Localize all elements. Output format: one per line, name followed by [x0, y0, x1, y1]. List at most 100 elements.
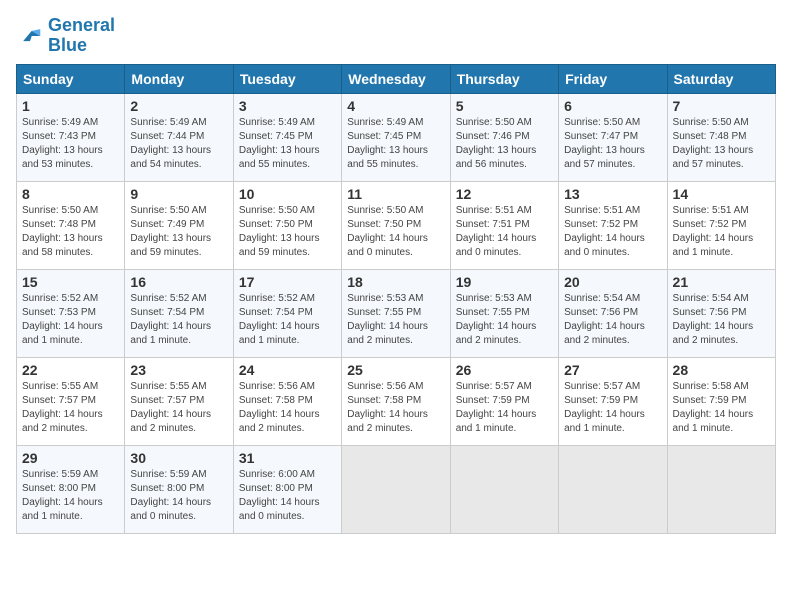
page-header: General Blue	[16, 16, 776, 56]
day-number: 7	[673, 98, 770, 114]
day-number: 5	[456, 98, 553, 114]
day-number: 24	[239, 362, 336, 378]
day-number: 18	[347, 274, 444, 290]
day-number: 6	[564, 98, 661, 114]
weekday-header: Friday	[559, 64, 667, 93]
day-info: Sunrise: 5:55 AMSunset: 7:57 PMDaylight:…	[130, 380, 227, 436]
calendar-week-row: 29 Sunrise: 5:59 AMSunset: 8:00 PMDayligh…	[17, 445, 776, 533]
weekday-header: Saturday	[667, 64, 775, 93]
day-number: 29	[22, 450, 119, 466]
day-number: 1	[22, 98, 119, 114]
calendar-day-cell	[667, 445, 775, 533]
day-info: Sunrise: 5:50 AMSunset: 7:49 PMDaylight:…	[130, 204, 227, 260]
day-info: Sunrise: 5:58 AMSunset: 7:59 PMDaylight:…	[673, 380, 770, 436]
day-info: Sunrise: 5:59 AMSunset: 8:00 PMDaylight:…	[22, 468, 119, 524]
day-number: 2	[130, 98, 227, 114]
day-number: 11	[347, 186, 444, 202]
day-info: Sunrise: 5:52 AMSunset: 7:54 PMDaylight:…	[130, 292, 227, 348]
day-info: Sunrise: 5:49 AMSunset: 7:43 PMDaylight:…	[22, 116, 119, 172]
day-number: 16	[130, 274, 227, 290]
calendar-day-cell: 6 Sunrise: 5:50 AMSunset: 7:47 PMDaylight…	[559, 93, 667, 181]
calendar-day-cell: 29 Sunrise: 5:59 AMSunset: 8:00 PMDayligh…	[17, 445, 125, 533]
day-number: 28	[673, 362, 770, 378]
calendar-week-row: 22 Sunrise: 5:55 AMSunset: 7:57 PMDayligh…	[17, 357, 776, 445]
logo: General Blue	[16, 16, 115, 56]
day-number: 22	[22, 362, 119, 378]
day-info: Sunrise: 5:51 AMSunset: 7:52 PMDaylight:…	[564, 204, 661, 260]
day-info: Sunrise: 5:56 AMSunset: 7:58 PMDaylight:…	[239, 380, 336, 436]
weekday-header-row: SundayMondayTuesdayWednesdayThursdayFrid…	[17, 64, 776, 93]
calendar-day-cell: 8 Sunrise: 5:50 AMSunset: 7:48 PMDaylight…	[17, 181, 125, 269]
day-info: Sunrise: 5:51 AMSunset: 7:51 PMDaylight:…	[456, 204, 553, 260]
logo-text: General Blue	[48, 16, 115, 56]
calendar-day-cell: 4 Sunrise: 5:49 AMSunset: 7:45 PMDaylight…	[342, 93, 450, 181]
day-number: 9	[130, 186, 227, 202]
calendar-day-cell: 24 Sunrise: 5:56 AMSunset: 7:58 PMDayligh…	[233, 357, 341, 445]
day-number: 14	[673, 186, 770, 202]
day-info: Sunrise: 5:57 AMSunset: 7:59 PMDaylight:…	[456, 380, 553, 436]
day-info: Sunrise: 5:59 AMSunset: 8:00 PMDaylight:…	[130, 468, 227, 524]
calendar-day-cell: 1 Sunrise: 5:49 AMSunset: 7:43 PMDaylight…	[17, 93, 125, 181]
calendar-day-cell: 10 Sunrise: 5:50 AMSunset: 7:50 PMDayligh…	[233, 181, 341, 269]
day-info: Sunrise: 5:50 AMSunset: 7:46 PMDaylight:…	[456, 116, 553, 172]
calendar-day-cell: 19 Sunrise: 5:53 AMSunset: 7:55 PMDayligh…	[450, 269, 558, 357]
calendar-day-cell: 31Sunrise: 6:00 AMSunset: 8:00 PMDayligh…	[233, 445, 341, 533]
day-number: 25	[347, 362, 444, 378]
day-number: 15	[22, 274, 119, 290]
weekday-header: Thursday	[450, 64, 558, 93]
day-info: Sunrise: 5:54 AMSunset: 7:56 PMDaylight:…	[673, 292, 770, 348]
calendar-day-cell: 27 Sunrise: 5:57 AMSunset: 7:59 PMDayligh…	[559, 357, 667, 445]
day-info: Sunrise: 5:53 AMSunset: 7:55 PMDaylight:…	[456, 292, 553, 348]
calendar-day-cell: 7 Sunrise: 5:50 AMSunset: 7:48 PMDaylight…	[667, 93, 775, 181]
calendar-week-row: 1 Sunrise: 5:49 AMSunset: 7:43 PMDaylight…	[17, 93, 776, 181]
day-number: 12	[456, 186, 553, 202]
calendar-day-cell: 20 Sunrise: 5:54 AMSunset: 7:56 PMDayligh…	[559, 269, 667, 357]
calendar-day-cell: 23 Sunrise: 5:55 AMSunset: 7:57 PMDayligh…	[125, 357, 233, 445]
day-info: Sunrise: 5:52 AMSunset: 7:53 PMDaylight:…	[22, 292, 119, 348]
day-info: Sunrise: 5:49 AMSunset: 7:45 PMDaylight:…	[239, 116, 336, 172]
calendar-day-cell: 13 Sunrise: 5:51 AMSunset: 7:52 PMDayligh…	[559, 181, 667, 269]
calendar-day-cell: 30 Sunrise: 5:59 AMSunset: 8:00 PMDayligh…	[125, 445, 233, 533]
day-info: Sunrise: 5:50 AMSunset: 7:48 PMDaylight:…	[22, 204, 119, 260]
calendar-day-cell: 15 Sunrise: 5:52 AMSunset: 7:53 PMDayligh…	[17, 269, 125, 357]
weekday-header: Sunday	[17, 64, 125, 93]
weekday-header: Wednesday	[342, 64, 450, 93]
day-number: 20	[564, 274, 661, 290]
calendar-day-cell: 18 Sunrise: 5:53 AMSunset: 7:55 PMDayligh…	[342, 269, 450, 357]
day-number: 8	[22, 186, 119, 202]
weekday-header: Tuesday	[233, 64, 341, 93]
calendar-table: SundayMondayTuesdayWednesdayThursdayFrid…	[16, 64, 776, 534]
day-number: 10	[239, 186, 336, 202]
calendar-day-cell: 16 Sunrise: 5:52 AMSunset: 7:54 PMDayligh…	[125, 269, 233, 357]
calendar-day-cell: 3Sunrise: 5:49 AMSunset: 7:45 PMDaylight…	[233, 93, 341, 181]
calendar-day-cell: 14Sunrise: 5:51 AMSunset: 7:52 PMDayligh…	[667, 181, 775, 269]
day-number: 4	[347, 98, 444, 114]
day-number: 19	[456, 274, 553, 290]
day-number: 27	[564, 362, 661, 378]
day-info: Sunrise: 5:53 AMSunset: 7:55 PMDaylight:…	[347, 292, 444, 348]
calendar-day-cell	[450, 445, 558, 533]
day-info: Sunrise: 5:49 AMSunset: 7:44 PMDaylight:…	[130, 116, 227, 172]
day-number: 23	[130, 362, 227, 378]
day-number: 30	[130, 450, 227, 466]
weekday-header: Monday	[125, 64, 233, 93]
day-info: Sunrise: 5:55 AMSunset: 7:57 PMDaylight:…	[22, 380, 119, 436]
day-number: 13	[564, 186, 661, 202]
day-info: Sunrise: 5:52 AMSunset: 7:54 PMDaylight:…	[239, 292, 336, 348]
day-info: Sunrise: 5:57 AMSunset: 7:59 PMDaylight:…	[564, 380, 661, 436]
day-number: 21	[673, 274, 770, 290]
calendar-day-cell	[559, 445, 667, 533]
calendar-day-cell: 28 Sunrise: 5:58 AMSunset: 7:59 PMDayligh…	[667, 357, 775, 445]
calendar-day-cell: 5 Sunrise: 5:50 AMSunset: 7:46 PMDaylight…	[450, 93, 558, 181]
day-info: Sunrise: 5:50 AMSunset: 7:48 PMDaylight:…	[673, 116, 770, 172]
day-info: Sunrise: 5:50 AMSunset: 7:47 PMDaylight:…	[564, 116, 661, 172]
day-info: Sunrise: 5:56 AMSunset: 7:58 PMDaylight:…	[347, 380, 444, 436]
day-info: Sunrise: 5:54 AMSunset: 7:56 PMDaylight:…	[564, 292, 661, 348]
calendar-day-cell: 2 Sunrise: 5:49 AMSunset: 7:44 PMDaylight…	[125, 93, 233, 181]
calendar-day-cell: 9 Sunrise: 5:50 AMSunset: 7:49 PMDaylight…	[125, 181, 233, 269]
day-info: Sunrise: 5:50 AMSunset: 7:50 PMDaylight:…	[239, 204, 336, 260]
day-info: Sunrise: 5:49 AMSunset: 7:45 PMDaylight:…	[347, 116, 444, 172]
calendar-day-cell: 17Sunrise: 5:52 AMSunset: 7:54 PMDayligh…	[233, 269, 341, 357]
calendar-day-cell: 11Sunrise: 5:50 AMSunset: 7:50 PMDayligh…	[342, 181, 450, 269]
calendar-week-row: 15 Sunrise: 5:52 AMSunset: 7:53 PMDayligh…	[17, 269, 776, 357]
